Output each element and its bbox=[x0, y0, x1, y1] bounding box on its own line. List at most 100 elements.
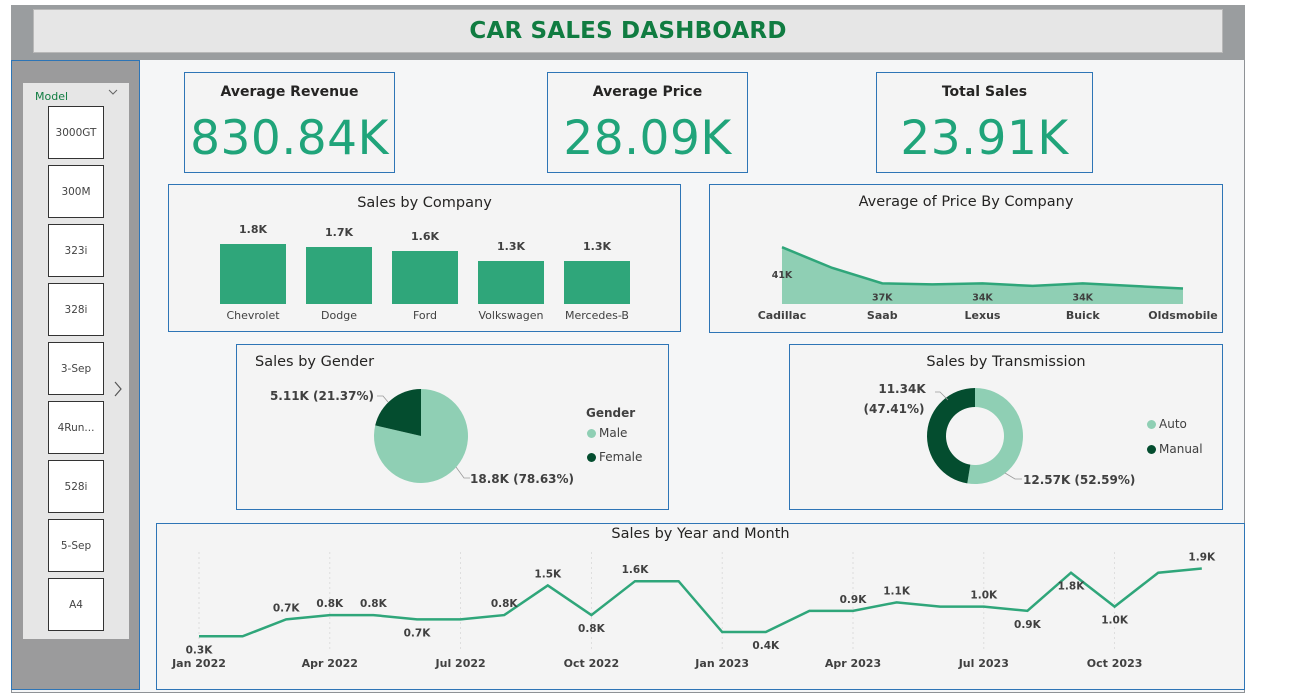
data-label: 1.6K bbox=[622, 564, 650, 576]
page-title: CAR SALES DASHBOARD bbox=[469, 18, 787, 44]
kpi-average-revenue: Average Revenue 830.84K bbox=[184, 72, 395, 173]
tick-label: Apr 2022 bbox=[302, 657, 358, 670]
legend-label: Manual bbox=[1159, 442, 1203, 456]
data-label: 34K bbox=[1072, 292, 1093, 303]
tick-label: Jul 2022 bbox=[435, 657, 486, 670]
slicer-item[interactable]: 5-Sep bbox=[48, 519, 104, 572]
tick-label: Oct 2023 bbox=[1087, 657, 1143, 670]
category-label: Cadillac bbox=[758, 309, 807, 322]
avg-price-card: Average of Price By Company 41K 37K 34K 34K… bbox=[709, 184, 1223, 333]
series-line bbox=[199, 567, 1202, 638]
data-label: 5.11K (21.37%) bbox=[270, 389, 374, 403]
title-bar: CAR SALES DASHBOARD bbox=[11, 5, 1245, 60]
kpi-label: Average Price bbox=[592, 84, 703, 100]
data-label: 0.9K bbox=[840, 594, 868, 606]
category-label: Buick bbox=[1066, 309, 1101, 322]
bar-value-label: 1.6K bbox=[410, 229, 439, 243]
chevron-down-icon[interactable] bbox=[108, 89, 118, 99]
legend-item-auto[interactable]: Auto bbox=[1147, 417, 1187, 431]
data-label: 34K bbox=[972, 292, 993, 303]
legend-dot bbox=[587, 452, 596, 462]
kpi-label: Total Sales bbox=[941, 84, 1028, 100]
legend-item-manual[interactable]: Manual bbox=[1147, 442, 1203, 456]
data-label: 0.8K bbox=[491, 598, 519, 610]
bar-value-label: 1.7K bbox=[324, 226, 353, 240]
data-label: 0.7K bbox=[273, 602, 301, 614]
donut-slice bbox=[927, 388, 975, 484]
model-slicer: Model 3000GT 300M 323i 328i 3-Sep 4Run..… bbox=[23, 83, 129, 639]
data-label: 0.9K bbox=[1014, 619, 1042, 631]
leader-line bbox=[377, 395, 389, 403]
legend-dot bbox=[1147, 444, 1156, 454]
legend-item-male[interactable]: Male bbox=[587, 426, 627, 440]
bar-value-label: 1.8K bbox=[238, 223, 267, 236]
data-label: 1.9K bbox=[1188, 551, 1216, 563]
data-label: 0.3K bbox=[186, 644, 214, 656]
slicer-item[interactable]: 323i bbox=[48, 224, 104, 277]
category-label: Lexus bbox=[965, 309, 1001, 322]
sales-by-company-card: Sales by Company 1.8K Chevrolet 1.7K Dodge 1… bbox=[168, 184, 681, 332]
kpi-value: 830.84K bbox=[190, 111, 389, 166]
slicer-title: Model bbox=[35, 90, 69, 103]
legend-item-female[interactable]: Female bbox=[587, 450, 642, 464]
legend-label: Auto bbox=[1159, 417, 1187, 431]
data-label: 37K bbox=[872, 292, 893, 303]
title-banner: CAR SALES DASHBOARD bbox=[33, 9, 1223, 53]
legend-title: Gender bbox=[586, 406, 636, 420]
category-label: Ford bbox=[413, 309, 437, 322]
tick-label: Apr 2023 bbox=[825, 657, 881, 670]
bar-chart: 1.8K Chevrolet 1.7K Dodge 1.6K Ford 1.3K Volksw… bbox=[169, 185, 680, 331]
sales-by-transmission-card: Sales by Transmission 12.57K (52.59%) 11.… bbox=[789, 344, 1223, 510]
bar[interactable] bbox=[306, 247, 372, 304]
slicer-item[interactable]: 4Run... bbox=[48, 401, 104, 454]
bar[interactable] bbox=[564, 260, 630, 304]
data-label: (47.41%) bbox=[864, 402, 925, 416]
category-label: Chevrolet bbox=[226, 309, 280, 322]
data-label: 0.8K bbox=[316, 598, 344, 610]
tick-label: Jan 2023 bbox=[694, 657, 749, 670]
legend-dot bbox=[587, 428, 596, 438]
data-label: 0.7K bbox=[404, 627, 432, 639]
chevron-right-icon[interactable] bbox=[113, 381, 123, 401]
category-label: Oldsmobile bbox=[1148, 309, 1217, 322]
tick-label: Jan 2022 bbox=[171, 657, 226, 670]
donut-slice bbox=[967, 388, 1023, 484]
slicer-item[interactable]: 3000GT bbox=[48, 106, 104, 159]
slicer-item[interactable]: 328i bbox=[48, 283, 104, 336]
data-label: 0.8K bbox=[360, 598, 388, 610]
data-label: 11.34K bbox=[878, 382, 926, 396]
bar[interactable] bbox=[478, 260, 544, 304]
data-label: 1.8K bbox=[1058, 581, 1086, 593]
category-label: Dodge bbox=[321, 309, 357, 322]
slicer-item[interactable]: 528i bbox=[48, 460, 104, 513]
bar-value-label: 1.3K bbox=[582, 239, 611, 253]
bar[interactable] bbox=[392, 250, 458, 304]
slicer-item[interactable]: 300M bbox=[48, 165, 104, 218]
legend-label: Female bbox=[599, 450, 643, 464]
data-label: 1.5K bbox=[534, 568, 562, 580]
sales-by-year-month-card: Sales by Year and Month 0.3K 0.7K 0.8K 0.8K… bbox=[156, 523, 1245, 690]
category-label: Saab bbox=[867, 309, 898, 322]
line-chart: 0.3K 0.7K 0.8K 0.8K 0.7K 0.8K 1.5K 0.8K 1.6K 0.4K… bbox=[171, 551, 1216, 670]
slicer-item[interactable]: A4 bbox=[48, 578, 104, 631]
data-label: 41K bbox=[772, 270, 793, 281]
slicer-item[interactable]: 3-Sep bbox=[48, 342, 104, 395]
kpi-average-price: Average Price 28.09K bbox=[547, 72, 748, 173]
legend-label: Male bbox=[599, 426, 628, 440]
data-label: 1.1K bbox=[883, 585, 911, 597]
category-label: Mercedes-B bbox=[565, 309, 629, 322]
data-label: 1.0K bbox=[1101, 615, 1129, 627]
area-chart: 41K 37K 34K 34K Cadillac Saab Lexus Buick Oldsmo… bbox=[758, 246, 1218, 322]
bar-value-label: 1.3K bbox=[496, 239, 525, 253]
bar[interactable] bbox=[220, 244, 286, 304]
data-label: 0.4K bbox=[752, 640, 780, 652]
sales-by-gender-card: Sales by Gender 18.8K (78.63%) 5.11K (21.… bbox=[236, 344, 669, 510]
data-label: 1.0K bbox=[970, 590, 998, 602]
data-label: 12.57K (52.59%) bbox=[1023, 473, 1135, 487]
data-label: 18.8K (78.63%) bbox=[470, 472, 574, 486]
kpi-label: Average Revenue bbox=[220, 84, 359, 100]
tick-label: Jul 2023 bbox=[958, 657, 1009, 670]
leader-line bbox=[455, 466, 470, 479]
leader-line bbox=[1004, 472, 1022, 480]
tick-label: Oct 2022 bbox=[564, 657, 620, 670]
